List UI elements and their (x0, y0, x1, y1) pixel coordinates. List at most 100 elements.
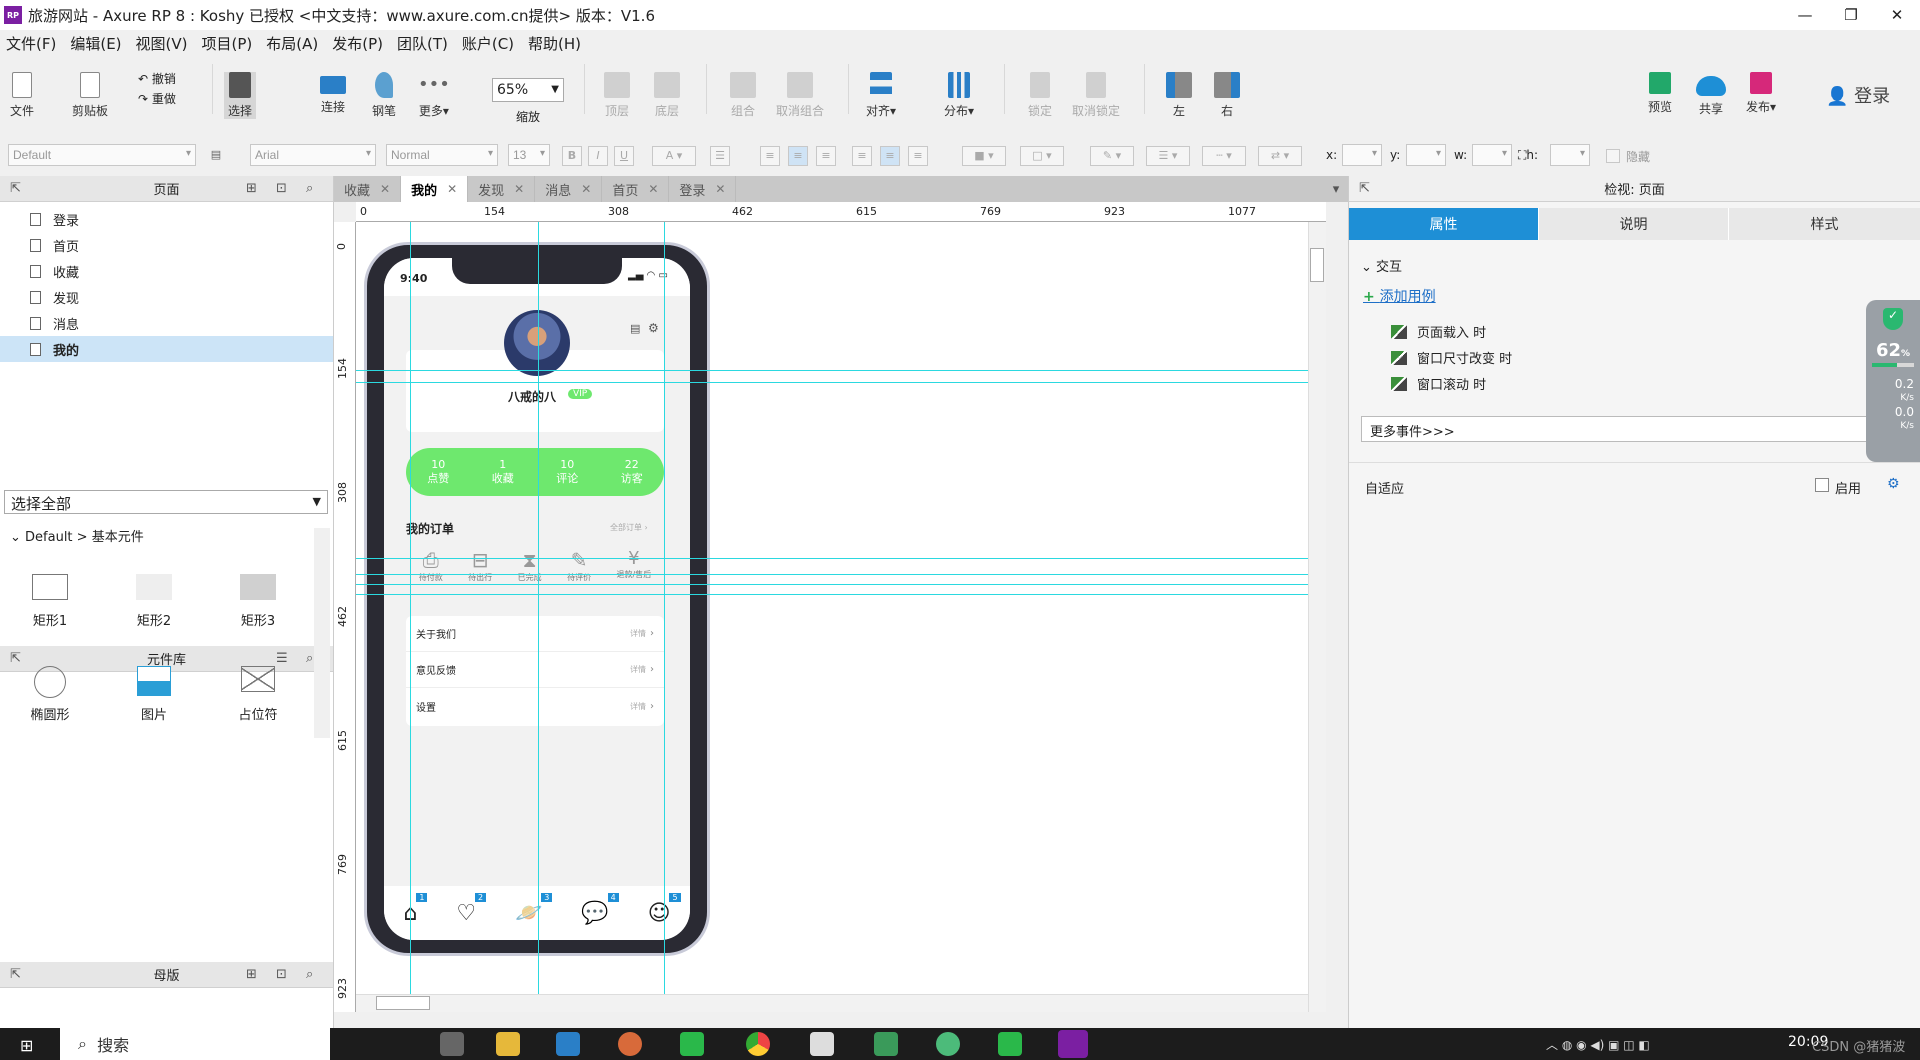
preview-button[interactable]: 预览 (1648, 72, 1672, 115)
ungroup-button[interactable]: 取消组合 (776, 72, 824, 119)
share-button[interactable]: 共享 (1696, 72, 1726, 117)
tab-discover[interactable]: 发现 ✕ (468, 176, 536, 202)
scroll-thumb[interactable] (376, 996, 430, 1010)
menu-help[interactable]: 帮助(H) (528, 33, 581, 54)
app-icon[interactable] (874, 1032, 898, 1056)
event-page-load[interactable]: 页面载入 时 (1391, 322, 1486, 341)
page-item-home[interactable]: 首页 (0, 232, 333, 258)
page-item-discover[interactable]: 发现 (0, 284, 333, 310)
menu-layout[interactable]: 布局(A) (266, 33, 318, 54)
tab-home[interactable]: 首页 ✕ (602, 176, 670, 202)
task-view-icon[interactable] (440, 1032, 464, 1056)
stat-likes[interactable]: 10 点赞 (427, 458, 449, 486)
add-case-link[interactable]: + 添加用例 (1363, 286, 1436, 306)
stat-visitors[interactable]: 22 访客 (621, 458, 643, 486)
menu-edit[interactable]: 编辑(E) (70, 33, 121, 54)
unlock-button[interactable]: 取消锁定 (1072, 72, 1120, 119)
axure-taskbar-icon[interactable] (1058, 1030, 1088, 1058)
pin-icon[interactable]: ⇱ (10, 967, 21, 982)
lock-button[interactable]: 锁定 (1028, 72, 1052, 119)
valign-top[interactable]: ≡ (852, 146, 872, 166)
minimize-button[interactable]: — (1782, 0, 1828, 30)
more-events-select[interactable]: 更多事件>>> (1361, 416, 1909, 442)
stat-favorites[interactable]: 1 收藏 (492, 458, 514, 486)
align-center-text[interactable]: ≡ (788, 146, 808, 166)
horizontal-scrollbar[interactable] (356, 994, 1308, 1012)
select-tool[interactable]: 选择 (224, 72, 257, 119)
search-icon[interactable]: ⌕ (306, 967, 313, 982)
search-icon[interactable]: ⌕ (306, 181, 313, 196)
menu-publish[interactable]: 发布(P) (332, 33, 383, 54)
valign-middle[interactable]: ≡ (880, 146, 900, 166)
order-pending-pay[interactable]: ⎙ 待付款 (419, 548, 443, 592)
line-width-button[interactable]: ☰ ▾ (1146, 146, 1190, 166)
font-size-select[interactable]: 13 (508, 144, 550, 166)
hbuilder-icon[interactable] (998, 1032, 1022, 1056)
y-input[interactable] (1406, 144, 1446, 166)
order-pending-trip[interactable]: ⊟ 待出行 (468, 548, 492, 592)
scroll-thumb[interactable] (1310, 248, 1324, 282)
app-icon[interactable] (810, 1032, 834, 1056)
zoom-select[interactable]: 65% ▼ (492, 78, 564, 102)
clipboard-button[interactable]: 剪贴板 (72, 72, 108, 119)
avatar[interactable] (504, 310, 570, 376)
taskbar-search[interactable]: ⌕ 搜索 (60, 1028, 330, 1060)
message-icon[interactable]: ▤ (630, 322, 640, 335)
menu-account[interactable]: 账户(C) (462, 33, 514, 54)
page-item-login[interactable]: 登录 (0, 206, 333, 232)
chrome-icon[interactable] (746, 1032, 770, 1056)
menu-icon[interactable]: ☰ (276, 651, 288, 666)
menu-file[interactable]: 文件(F) (6, 33, 56, 54)
pin-icon[interactable]: ⇱ (10, 181, 21, 196)
style-edit-icon[interactable]: ▤ (206, 146, 226, 166)
search-icon[interactable]: ⌕ (306, 651, 313, 666)
align-left-button[interactable]: 左 (1166, 72, 1192, 119)
menu-team[interactable]: 团队(T) (397, 33, 448, 54)
restore-button[interactable]: ❐ (1828, 0, 1874, 30)
menu-settings[interactable]: 设置 详情 › (406, 688, 664, 724)
menu-feedback[interactable]: 意见反馈 详情 › (406, 652, 664, 688)
bring-to-front-button[interactable]: 顶层 (604, 72, 630, 119)
line-color-button[interactable]: ✎ ▾ (1090, 146, 1134, 166)
event-window-resize[interactable]: 窗口尺寸改变 时 (1391, 348, 1512, 367)
nav-favorites-icon[interactable]: ♡ 2 (456, 892, 487, 926)
style-select[interactable]: Default (8, 144, 196, 166)
orders-all-link[interactable]: 全部订单 › (610, 522, 648, 533)
stat-comments[interactable]: 10 评论 (556, 458, 578, 486)
network-monitor-widget[interactable]: ✓ 62% 0.2 K/s 0.0 K/s (1866, 300, 1920, 462)
widget-rect3[interactable]: 矩形3 (218, 574, 298, 629)
tab-properties[interactable]: 属性 (1349, 208, 1539, 240)
undo-button[interactable]: ↶ 撤销 (138, 70, 176, 87)
widget-image[interactable]: 图片 (114, 666, 194, 723)
close-icon[interactable]: ✕ (581, 182, 591, 196)
app-icon[interactable] (936, 1032, 960, 1056)
add-page-icon[interactable]: ⊞ (246, 181, 257, 196)
design-canvas[interactable]: 9:40 ▂▄ ◠ ▭ ▤ ⚙ 八戒的八 VIP 10 点赞 1 收藏 10 评论 2… (356, 222, 1326, 1012)
interaction-section[interactable]: ⌄ 交互 (1361, 256, 1402, 275)
widget-placeholder[interactable]: 占位符 (218, 666, 298, 723)
order-pending-review[interactable]: ✎ 待评价 (567, 548, 591, 592)
tab-style[interactable]: 样式 (1729, 208, 1920, 240)
align-right-text[interactable]: ≡ (816, 146, 836, 166)
tab-notes[interactable]: 说明 (1539, 208, 1729, 240)
group-button[interactable]: 组合 (730, 72, 756, 119)
page-item-favorites[interactable]: 收藏 (0, 258, 333, 284)
underline-button[interactable]: U (614, 146, 634, 166)
login-button[interactable]: 👤 登录 (1826, 82, 1890, 108)
close-icon[interactable]: ✕ (380, 182, 390, 196)
tab-messages[interactable]: 消息 ✕ (535, 176, 603, 202)
pin-icon[interactable]: ⇱ (1359, 181, 1370, 196)
send-to-back-button[interactable]: 底层 (654, 72, 680, 119)
menu-view[interactable]: 视图(V) (136, 33, 188, 54)
library-select[interactable]: 选择全部 ▼ (4, 490, 328, 514)
library-scrollbar[interactable] (314, 528, 330, 738)
arrow-style-button[interactable]: ⇄ ▾ (1258, 146, 1302, 166)
order-refund[interactable]: ¥退款/售后 (617, 548, 652, 592)
add-folder-icon[interactable]: ⊡ (276, 181, 287, 196)
adaptive-checkbox[interactable] (1815, 478, 1829, 492)
close-icon[interactable]: ✕ (715, 182, 725, 196)
connect-tool[interactable]: 连接 (320, 72, 346, 115)
h-input[interactable] (1550, 144, 1590, 166)
valign-bottom[interactable]: ≡ (908, 146, 928, 166)
italic-button[interactable]: I (588, 146, 608, 166)
